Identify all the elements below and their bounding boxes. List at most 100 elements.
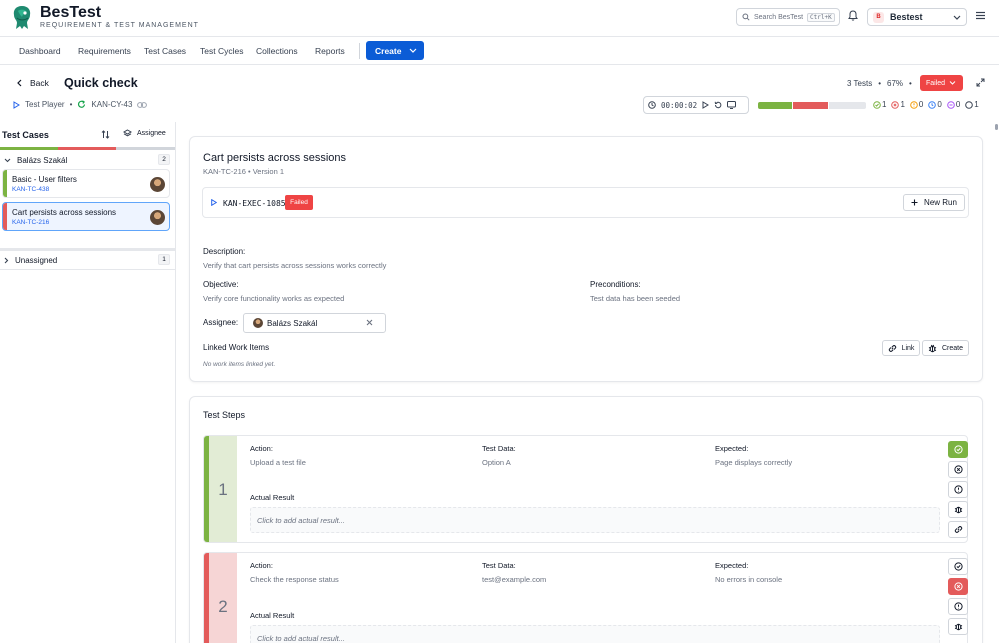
- chevron-right-icon: [4, 257, 9, 264]
- mark-blocked-button[interactable]: [948, 481, 968, 498]
- blocked-counter: 0: [910, 100, 923, 109]
- link-icon[interactable]: [137, 101, 148, 108]
- sort-icon[interactable]: [101, 130, 110, 139]
- assignee-field[interactable]: Balázs Szakál: [243, 313, 386, 333]
- mark-passed-button[interactable]: [948, 558, 968, 575]
- status-counters: 1 1 0 0 0 1: [873, 100, 979, 109]
- x-circle-icon: [891, 100, 900, 109]
- timer-controls: 00:00:02: [643, 96, 749, 114]
- refresh-icon[interactable]: [77, 100, 86, 109]
- expand-icon[interactable]: [976, 78, 985, 87]
- cycle-status-dropdown[interactable]: Failed: [920, 75, 963, 91]
- action-value: Upload a test file: [250, 458, 306, 467]
- new-run-button[interactable]: New Run: [903, 194, 965, 211]
- create-button[interactable]: Create: [366, 41, 424, 60]
- execution-id[interactable]: KAN-EXEC-1085: [223, 199, 286, 208]
- close-icon[interactable]: [366, 319, 373, 326]
- mark-blocked-button[interactable]: [948, 598, 968, 615]
- actual-result-label: Actual Result: [250, 493, 295, 502]
- logo-icon[interactable]: [11, 5, 33, 30]
- nav-requirements[interactable]: Requirements: [78, 46, 131, 56]
- bug-icon: [954, 506, 962, 514]
- back-label: Back: [30, 78, 49, 88]
- x-circle-icon: [953, 582, 963, 591]
- chevron-down-icon: [953, 15, 961, 20]
- search-input[interactable]: Search BesTest Ctrl+K: [736, 8, 840, 26]
- create-issue-button[interactable]: Create: [922, 340, 969, 356]
- group-by-label: Assignee: [137, 130, 166, 137]
- layers-icon: [123, 129, 132, 138]
- chevron-left-icon: [17, 79, 22, 87]
- back-button[interactable]: Back: [17, 78, 49, 88]
- panel-heading: Test Cases: [2, 130, 49, 140]
- assignee-label: Assignee:: [203, 318, 239, 327]
- link-step-button[interactable]: [948, 521, 968, 538]
- dot-separator: •: [909, 79, 912, 88]
- group-count-badge: 1: [158, 254, 170, 265]
- create-button-label: Create: [375, 45, 402, 56]
- skipped-counter: 0: [947, 100, 960, 109]
- search-icon: [742, 13, 750, 21]
- group-name: Unassigned: [15, 255, 58, 265]
- test-step: 2 Action: Check the response status Test…: [203, 552, 968, 643]
- screen-icon[interactable]: [727, 101, 737, 109]
- link-label: Link: [901, 344, 915, 352]
- nav-reports[interactable]: Reports: [315, 46, 345, 56]
- tests-count: 3 Tests: [847, 79, 873, 88]
- nav-test-cases[interactable]: Test Cases: [144, 46, 186, 56]
- notifications-bell-icon[interactable]: [848, 10, 858, 21]
- log-defect-button[interactable]: [948, 501, 968, 518]
- workspace-name: Bestest: [890, 12, 923, 22]
- expected-value: No errors in console: [715, 575, 783, 584]
- scrollbar[interactable]: [995, 124, 998, 130]
- expected-label: Expected:: [715, 444, 749, 453]
- nav-dashboard[interactable]: Dashboard: [19, 46, 61, 56]
- brand-name: BesTest: [40, 4, 102, 21]
- actual-result-input[interactable]: Click to add actual result...: [250, 507, 940, 533]
- test-case-item-selected[interactable]: Cart persists across sessions KAN-TC-216: [2, 202, 170, 231]
- main-nav: Dashboard Requirements Test Cases Test C…: [0, 36, 999, 65]
- play-icon[interactable]: [211, 199, 217, 206]
- test-case-title: Cart persists across sessions: [12, 208, 117, 217]
- group-header-balazs[interactable]: Balázs Szakál 2: [0, 152, 174, 168]
- reset-icon[interactable]: [714, 101, 722, 109]
- brand-subtitle: REQUIREMENT & TEST MANAGEMENT: [40, 22, 199, 29]
- test-case-key-version: KAN-TC-216 • Version 1: [203, 167, 284, 176]
- play-icon[interactable]: [702, 101, 710, 109]
- page-title: Quick check: [64, 76, 138, 90]
- x-circle-icon: [953, 465, 963, 474]
- test-case-item[interactable]: Basic - User filters KAN-TC-438: [2, 169, 170, 198]
- check-circle-icon: [953, 445, 963, 454]
- log-defect-button[interactable]: [948, 618, 968, 635]
- group-header-unassigned[interactable]: Unassigned 1: [0, 252, 174, 268]
- not-run-counter: 1: [965, 100, 979, 109]
- mark-passed-button[interactable]: [948, 441, 968, 458]
- test-case-list-panel: Test Cases Assignee Balázs Szakál 2 Basi…: [0, 122, 176, 643]
- action-label: Action:: [250, 444, 273, 453]
- nav-test-cycles[interactable]: Test Cycles: [200, 46, 243, 56]
- actual-result-input[interactable]: Click to add actual result...: [250, 625, 940, 643]
- group-by-assignee-button[interactable]: Assignee: [123, 129, 166, 138]
- nav-divider: [359, 43, 360, 59]
- mark-failed-button[interactable]: [948, 578, 968, 595]
- top-header: BesTest REQUIREMENT & TEST MANAGEMENT Se…: [0, 0, 999, 36]
- expected-value: Page displays correctly: [715, 458, 793, 467]
- step-number-column: 2: [204, 553, 237, 643]
- execution-progress-bar: [758, 102, 866, 109]
- nav-collections[interactable]: Collections: [256, 46, 298, 56]
- check-circle-icon: [873, 100, 881, 109]
- test-case-heading: Cart persists across sessions: [203, 152, 347, 164]
- mark-failed-button[interactable]: [948, 461, 968, 478]
- minus-circle-icon: [947, 100, 955, 109]
- dot-separator: •: [878, 79, 882, 88]
- link-icon: [888, 344, 897, 353]
- hamburger-menu-icon[interactable]: [976, 11, 985, 20]
- in-progress-counter: 0: [928, 100, 942, 109]
- avatar: [150, 177, 165, 192]
- workspace-selector[interactable]: B Bestest: [867, 8, 967, 26]
- link-icon: [954, 526, 962, 533]
- cycle-key[interactable]: KAN-CY-43: [91, 100, 132, 109]
- test-data-label: Test Data:: [482, 561, 516, 570]
- link-button[interactable]: Link: [882, 340, 920, 356]
- progress-remaining: [829, 102, 866, 109]
